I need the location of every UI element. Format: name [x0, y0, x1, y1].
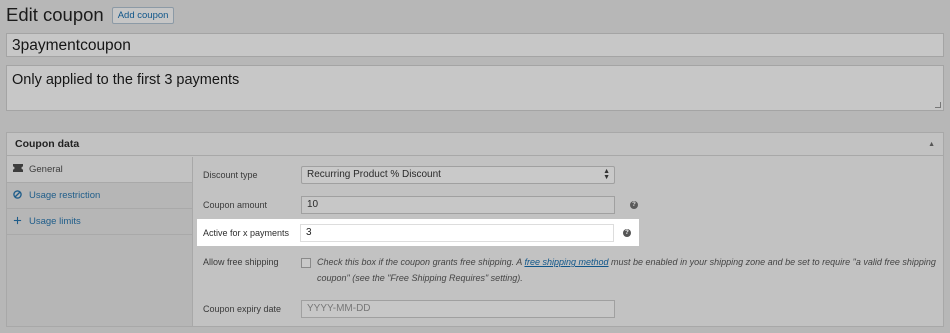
coupon-code-input[interactable]: 3paymentcoupon [6, 33, 944, 57]
active-payments-input[interactable]: 3 [300, 224, 614, 242]
free-shipping-text-before: Check this box if the coupon grants free… [317, 257, 525, 267]
help-icon[interactable]: ? [630, 201, 638, 209]
coupon-amount-input[interactable]: 10 [301, 196, 615, 214]
resize-handle[interactable] [935, 102, 941, 108]
tab-general[interactable]: General [7, 157, 192, 183]
discount-type-value: Recurring Product % Discount [307, 169, 441, 180]
panel-header[interactable]: Coupon data ▲ [7, 133, 943, 156]
free-shipping-description: Check this box if the coupon grants free… [317, 254, 937, 286]
ticket-icon [13, 164, 29, 175]
discount-type-label: Discount type [203, 170, 258, 180]
page-header: Edit coupon Add coupon [6, 4, 175, 26]
panel-title: Coupon data [15, 138, 80, 150]
tab-usage-limits[interactable]: Usage limits [7, 209, 192, 235]
tab-general-label: General [29, 164, 63, 175]
tab-usage-limits-label: Usage limits [29, 216, 81, 227]
active-payments-row: Active for x payments 3 ? [197, 219, 639, 246]
description-text: Only applied to the first 3 payments [12, 72, 240, 88]
select-arrows-icon: ▲ ▼ [603, 168, 610, 181]
plus-icon [13, 216, 29, 228]
coupon-expiry-input[interactable]: YYYY-MM-DD [301, 300, 615, 318]
description-textarea[interactable]: Only applied to the first 3 payments [6, 65, 944, 111]
tab-usage-restriction[interactable]: Usage restriction [7, 183, 192, 209]
collapse-arrow-icon[interactable]: ▲ [928, 141, 935, 148]
active-payments-label: Active for x payments [203, 228, 290, 238]
free-shipping-checkbox[interactable] [301, 258, 311, 268]
allow-free-shipping-label: Allow free shipping [203, 257, 279, 267]
help-icon[interactable]: ? [623, 229, 631, 237]
coupon-expiry-label: Coupon expiry date [203, 304, 282, 314]
discount-type-select[interactable]: Recurring Product % Discount ▲ ▼ [301, 166, 615, 184]
page-title: Edit coupon [6, 4, 104, 25]
tab-usage-restriction-label: Usage restriction [29, 190, 101, 201]
coupon-tabs: General Usage restriction Usage limits [7, 157, 193, 326]
free-shipping-method-link[interactable]: free shipping method [524, 257, 608, 267]
add-coupon-button[interactable]: Add coupon [111, 6, 175, 24]
block-icon [13, 189, 29, 202]
coupon-amount-label: Coupon amount [203, 200, 268, 210]
